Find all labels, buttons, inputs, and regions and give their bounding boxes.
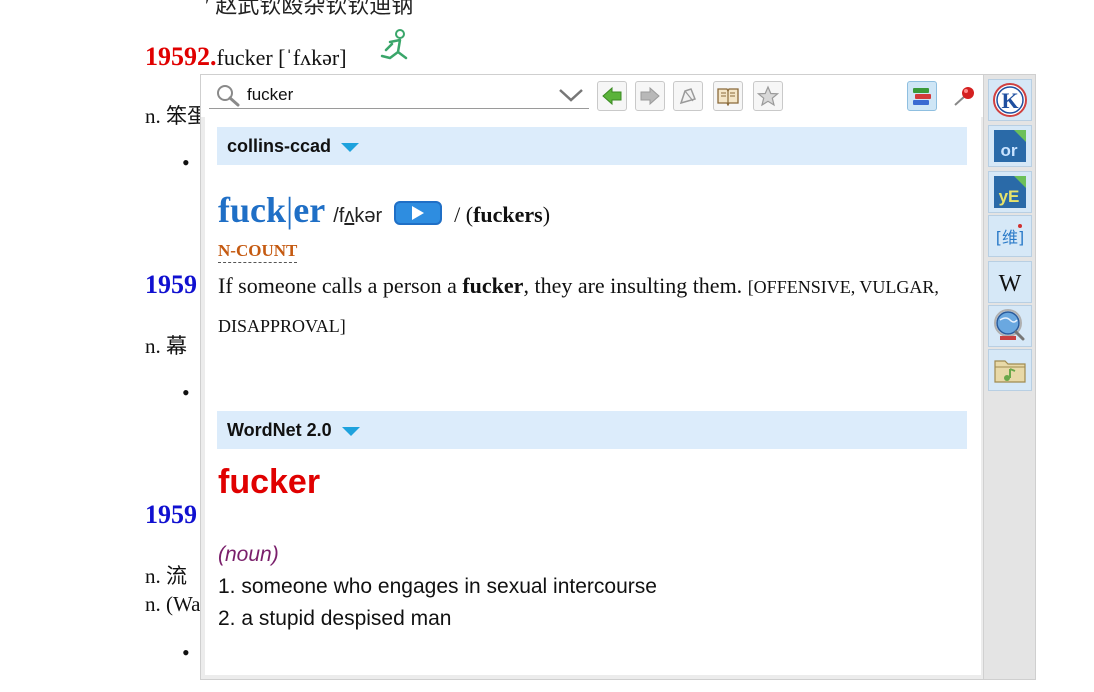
- search-box: [209, 81, 589, 109]
- entry-number: 1959: [145, 270, 197, 299]
- wiki-chinese-icon: [维]: [996, 224, 1025, 247]
- svg-text:K: K: [1001, 88, 1018, 113]
- grammar-label[interactable]: N-COUNT: [218, 241, 298, 263]
- play-audio-button[interactable]: [394, 201, 443, 225]
- book-icon: [717, 88, 739, 106]
- svg-text:W: W: [999, 271, 1022, 297]
- list-bullet: •: [182, 640, 190, 665]
- toolbar: [201, 75, 983, 117]
- music-folder-icon: [994, 360, 1026, 383]
- dictionary-header-collins[interactable]: collins-ccad: [217, 127, 967, 165]
- dictionaries-button[interactable]: [907, 81, 937, 111]
- forward-button[interactable]: [635, 81, 665, 111]
- triangle-down-icon[interactable]: [341, 142, 360, 152]
- wordnet-headword: fucker: [218, 463, 321, 501]
- part-of-speech: (noun): [218, 543, 279, 566]
- inflection: / (fuckers): [454, 202, 551, 227]
- dictionary-name: collins-ccad: [227, 135, 332, 156]
- sidebar-item-web-search[interactable]: [988, 305, 1032, 347]
- sense-item: 2. a stupid despised man: [218, 607, 452, 630]
- entry-meaning: n. 笨蛋: [145, 104, 208, 128]
- headword: fuck|er: [218, 190, 326, 230]
- triangle-down-icon[interactable]: [341, 426, 360, 436]
- favorite-button[interactable]: [753, 81, 783, 111]
- sidebar-item-wikipedia[interactable]: W: [988, 261, 1032, 303]
- pronounce-runner-icon[interactable]: [376, 28, 412, 66]
- entry-number: 19592.: [145, 42, 217, 71]
- sidebar-item-wiki-cn[interactable]: [维]: [988, 215, 1032, 257]
- sidebar-item-kingsoft[interactable]: K: [988, 79, 1032, 121]
- dictionary-sidebar: K or yE [维] W: [983, 75, 1035, 679]
- chevron-down-icon[interactable]: [557, 83, 585, 107]
- globe-search-icon: [994, 309, 1025, 341]
- pin-icon[interactable]: [951, 83, 979, 109]
- svg-text:or: or: [1001, 141, 1018, 160]
- pronunciation: /fʌkər: [333, 205, 383, 227]
- sidebar-item-oxford[interactable]: or: [988, 125, 1032, 167]
- dictionary-header-wordnet[interactable]: WordNet 2.0: [217, 411, 967, 449]
- entry-meaning: n. 流: [145, 564, 187, 588]
- entry-word: fucker [ˈfʌkər]: [216, 45, 347, 70]
- definition-content: collins-ccad fuck|er /fʌkər / (fuckers) …: [205, 117, 981, 675]
- sense-item: 1. someone who engages in sexual interco…: [218, 575, 657, 598]
- list-bullet: •: [182, 150, 190, 175]
- entry-title: 1959: [145, 270, 197, 300]
- youdao-dictionary-icon: yE: [994, 176, 1026, 208]
- headword-line: fuck|er /fʌkər / (fuckers): [218, 189, 550, 231]
- kingsoft-icon: K: [993, 83, 1027, 117]
- entry-meaning: n. 幕: [145, 334, 187, 358]
- sidebar-item-youdao[interactable]: yE: [988, 171, 1032, 213]
- entry-number: 1959: [145, 500, 197, 529]
- arrow-left-icon: [602, 86, 622, 106]
- search-icon: [217, 85, 240, 107]
- oxford-dictionary-icon: or: [994, 130, 1026, 162]
- entry-title: 19592.fucker [ˈfʌkər]: [145, 42, 347, 72]
- books-stack-icon: [913, 88, 931, 105]
- entry-title: 1959: [145, 500, 197, 530]
- wikipedia-icon: W: [999, 271, 1022, 297]
- pen-icon: [679, 88, 697, 105]
- star-icon: [757, 85, 779, 107]
- back-button[interactable]: [597, 81, 627, 111]
- svg-text:yE: yE: [999, 187, 1020, 206]
- sidebar-item-audio-folder[interactable]: [988, 349, 1032, 391]
- open-dictionary-button[interactable]: [713, 81, 743, 111]
- list-bullet: •: [182, 380, 190, 405]
- dictionary-popup: collins-ccad fuck|er /fʌkər / (fuckers) …: [200, 74, 1036, 680]
- definition-text: If someone calls a person a fucker, they…: [218, 273, 939, 336]
- entry-meaning: n. (Wa: [145, 592, 201, 616]
- arrow-right-icon: [640, 86, 660, 106]
- dictionary-name: WordNet 2.0: [227, 419, 332, 440]
- speak-button[interactable]: [673, 81, 703, 111]
- svg-text:[维]: [维]: [996, 228, 1025, 247]
- clipped-text: ʹ 赵武钦殴杂钦钦迪钠: [205, 0, 414, 18]
- search-input[interactable]: [247, 83, 547, 107]
